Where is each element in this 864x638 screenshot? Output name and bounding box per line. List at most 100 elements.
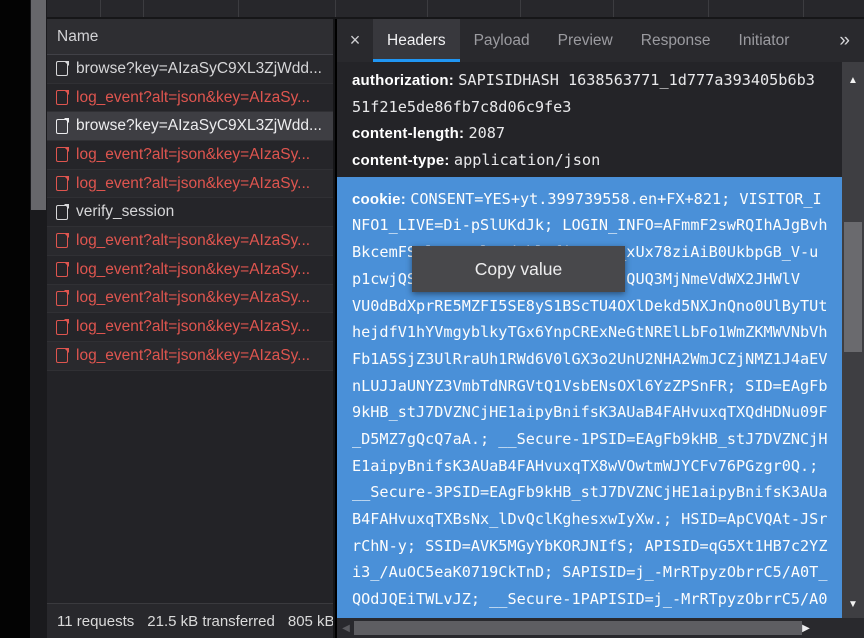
cookie-line: E1aipyBnifsK3AUaB4FAHvuxqTX8wVOwtmWJYCFv… <box>352 457 818 475</box>
file-icon <box>56 262 68 277</box>
toolbar-divider <box>143 0 144 17</box>
copy-value-menu-item[interactable]: Copy value <box>412 246 625 292</box>
detail-horizontal-scrollbar[interactable]: ◀ ▶ <box>337 618 842 638</box>
header-content-type: content-type: application/json <box>337 147 842 174</box>
header-content-length: content-length: 2087 <box>337 120 842 147</box>
scroll-left-icon[interactable]: ◀ <box>339 618 353 638</box>
file-icon <box>56 205 68 220</box>
file-icon <box>56 320 68 335</box>
cookie-line: CONSENT=YES+yt.399739558.en+FX+821; VISI… <box>410 190 821 208</box>
request-label: browse?key=AIzaSyC9XL3ZjWdd... <box>76 117 322 135</box>
page-background-strip <box>0 0 30 638</box>
toolbar-divider <box>100 0 101 17</box>
header-value: 2087 <box>468 124 505 142</box>
request-label: log_event?alt=json&key=AIzaSy... <box>76 347 310 365</box>
request-row[interactable]: verify_session <box>47 198 333 227</box>
tab-payload[interactable]: Payload <box>460 19 544 62</box>
cookie-line: __Secure-3PSID=EAgFb9kHB_stJ7DVZNCjHE1ai… <box>352 483 827 501</box>
cookie-line: _D5MZ7gQcQ7aA.; __Secure-1PSID=EAgFb9kHB… <box>352 430 827 448</box>
toolbar-divider <box>613 0 614 17</box>
request-row[interactable]: log_event?alt=json&key=AIzaSy... <box>47 342 333 371</box>
header-cookie-highlighted[interactable]: cookie: CONSENT=YES+yt.399739558.en+FX+8… <box>337 177 842 618</box>
header-name: content-type: <box>352 152 450 169</box>
cookie-line: NFO1_LIVE=Di-pSlUKdJk; LOGIN_INFO=AFmmF2… <box>352 216 827 234</box>
tab-headers[interactable]: Headers <box>373 19 460 62</box>
request-row-selected[interactable]: browse?key=AIzaSyC9XL3ZjWdd... <box>47 112 333 141</box>
request-label: log_event?alt=json&key=AIzaSy... <box>76 289 310 307</box>
cookie-line: nLUJJaUNYZ3VmbTdNRGVtQ1VsbENsOXl6YzZPSnF… <box>352 377 827 395</box>
cookie-line: rChN-y; SSID=AVK5MGyYbKORJNIfS; APISID=q… <box>352 537 827 555</box>
request-row[interactable]: log_event?alt=json&key=AIzaSy... <box>47 170 333 199</box>
request-label: log_event?alt=json&key=AIzaSy... <box>76 261 310 279</box>
toolbar-divider <box>803 0 804 17</box>
cookie-line: 9kHB_stJ7DVZNCjHE1aipyBnifsK3AUaB4FAHvux… <box>352 403 827 421</box>
tab-initiator[interactable]: Initiator <box>725 19 804 62</box>
resources-size: 805 kB <box>288 613 333 630</box>
scrollbar-corner <box>842 618 864 638</box>
toolbar-divider <box>708 0 709 17</box>
cookie-line: hejdfV1hYVmgyblkyTGx6YnpCRExNeGtNRElLbFo… <box>352 323 827 341</box>
request-row[interactable]: log_event?alt=json&key=AIzaSy... <box>47 227 333 256</box>
file-icon <box>56 348 68 363</box>
request-row[interactable]: browse?key=AIzaSyC9XL3ZjWdd... <box>47 55 333 84</box>
request-label: log_event?alt=json&key=AIzaSy... <box>76 146 310 164</box>
request-row[interactable]: log_event?alt=json&key=AIzaSy... <box>47 285 333 314</box>
file-icon <box>56 90 68 105</box>
request-label: browse?key=AIzaSyC9XL3ZjWdd... <box>76 60 322 78</box>
network-summary-bar: 11 requests 21.5 kB transferred 805 kB <box>47 603 333 638</box>
request-label: log_event?alt=json&key=AIzaSy... <box>76 175 310 193</box>
header-name: content-length: <box>352 125 464 142</box>
horizontal-scrollbar-thumb[interactable] <box>354 621 802 635</box>
cookie-line: QOdJQEiTWLvJZ; __Secure-1PAPISID=j_-MrRT… <box>352 590 827 608</box>
page-scrollbar-track[interactable] <box>30 0 47 638</box>
request-label: verify_session <box>76 203 174 221</box>
request-list-panel: Name browse?key=AIzaSyC9XL3ZjWdd... log_… <box>47 19 335 638</box>
scroll-up-icon[interactable]: ▲ <box>842 70 864 90</box>
detail-tab-bar: × Headers Payload Preview Response Initi… <box>337 19 864 62</box>
header-authorization-wrap: 51f21e5de86fb7c8d06c9fe3 <box>337 94 842 121</box>
toolbar-sliver <box>47 0 864 19</box>
request-label: log_event?alt=json&key=AIzaSy... <box>76 89 310 107</box>
cookie-line: i3_/AuOC5eaK0719CkTnD; SAPISID=j_-MrRTpy… <box>352 563 827 581</box>
chevron-double-right-icon[interactable]: » <box>825 19 864 62</box>
request-row[interactable]: log_event?alt=json&key=AIzaSy... <box>47 256 333 285</box>
toolbar-divider <box>520 0 521 17</box>
page-scrollbar-thumb[interactable] <box>31 0 46 210</box>
toolbar-divider <box>335 0 336 17</box>
detail-vertical-scrollbar[interactable]: ▲ ▼ <box>842 62 864 618</box>
header-value: 51f21e5de86fb7c8d06c9fe3 <box>352 98 571 116</box>
file-icon <box>56 176 68 191</box>
tab-response[interactable]: Response <box>627 19 725 62</box>
cookie-line: B4FAHvuxqTXBsNx_lDvQclKghesxwIyXw.; HSID… <box>352 510 827 528</box>
header-value: SAPISIDHASH 1638563771_1d777a393405b6b3 <box>458 71 815 89</box>
file-icon <box>56 233 68 248</box>
scroll-right-icon[interactable]: ▶ <box>798 618 814 638</box>
request-label: log_event?alt=json&key=AIzaSy... <box>76 318 310 336</box>
request-detail-panel: × Headers Payload Preview Response Initi… <box>337 19 864 638</box>
header-authorization: authorization: SAPISIDHASH 1638563771_1d… <box>337 67 842 94</box>
toolbar-divider <box>238 0 239 17</box>
file-icon <box>56 147 68 162</box>
vertical-scrollbar-thumb[interactable] <box>844 222 862 352</box>
request-row[interactable]: log_event?alt=json&key=AIzaSy... <box>47 141 333 170</box>
request-label: log_event?alt=json&key=AIzaSy... <box>76 232 310 250</box>
request-row[interactable]: log_event?alt=json&key=AIzaSy... <box>47 313 333 342</box>
tab-preview[interactable]: Preview <box>544 19 627 62</box>
transferred-size: 21.5 kB transferred <box>147 613 275 630</box>
request-count: 11 requests <box>57 613 134 630</box>
header-value: application/json <box>454 151 600 169</box>
cookie-line: VU0dBdXprRE5MZFI5SE8yS1BScTU4OXlDekd5NXJ… <box>352 297 827 315</box>
scroll-down-icon[interactable]: ▼ <box>842 594 864 614</box>
header-name: authorization: <box>352 72 454 89</box>
name-column-header[interactable]: Name <box>47 19 333 55</box>
file-icon <box>56 291 68 306</box>
headers-content: authorization: SAPISIDHASH 1638563771_1d… <box>337 62 842 618</box>
request-row[interactable]: log_event?alt=json&key=AIzaSy... <box>47 84 333 113</box>
cookie-line: Fb1A5SjZ3UlRraUh1RWd6V0lGX3o2UnU2NHA2WmJ… <box>352 350 827 368</box>
toolbar-divider <box>427 0 428 17</box>
file-icon <box>56 119 68 134</box>
header-name: cookie: <box>352 191 406 208</box>
file-icon <box>56 61 68 76</box>
close-icon[interactable]: × <box>337 19 373 62</box>
devtools-network-panel: Name browse?key=AIzaSyC9XL3ZjWdd... log_… <box>0 0 864 638</box>
